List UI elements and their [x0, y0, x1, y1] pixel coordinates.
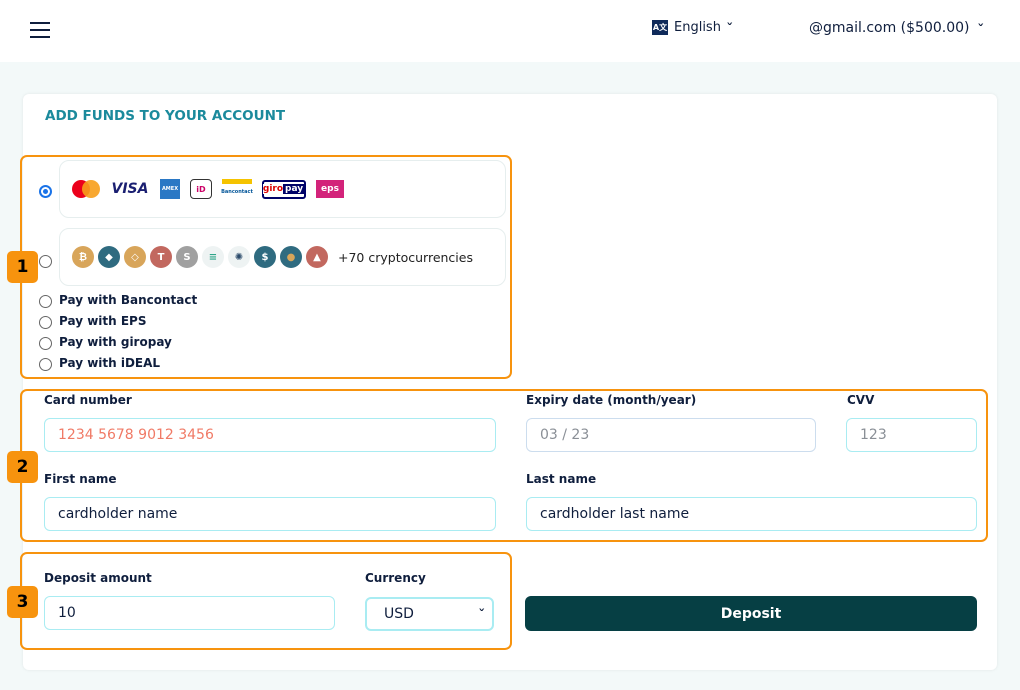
radio-card[interactable]	[39, 185, 52, 198]
deposit-button[interactable]: Deposit	[525, 596, 977, 631]
deposit-amount-label: Deposit amount	[44, 571, 152, 585]
option-ideal-label[interactable]: Pay with iDEAL	[59, 356, 160, 370]
language-label: English	[674, 20, 721, 35]
last-name-input[interactable]: cardholder last name	[526, 497, 977, 531]
option-eps-label[interactable]: Pay with EPS	[59, 314, 147, 328]
eps-icon: eps	[316, 180, 344, 198]
synthetix-icon: S	[176, 246, 198, 268]
bnb-icon: ◇	[124, 246, 146, 268]
hamburger-menu-icon[interactable]	[30, 22, 50, 38]
radio-giropay[interactable]	[39, 337, 52, 350]
radio-ideal[interactable]	[39, 358, 52, 371]
last-name-label: Last name	[526, 472, 597, 486]
expiry-label: Expiry date (month/year)	[526, 393, 697, 407]
ethereum-icon: ◆	[98, 246, 120, 268]
ideal-icon: iD	[190, 179, 212, 199]
bitcoin-icon: ₿	[72, 246, 94, 268]
option-bancontact-label[interactable]: Pay with Bancontact	[59, 293, 197, 307]
cardano-icon: ✺	[228, 246, 250, 268]
giropay-icon: giro pay	[262, 179, 306, 199]
radio-crypto[interactable]	[39, 255, 52, 268]
first-name-label: First name	[44, 472, 117, 486]
card-option[interactable]: VISA AMEX iD Bancontact giro pay eps	[59, 160, 506, 218]
crypto-more-label: +70 cryptocurrencies	[338, 249, 473, 265]
card-number-input[interactable]: 1234 5678 9012 3456	[44, 418, 496, 452]
cvv-input[interactable]: 123	[846, 418, 977, 452]
step-badge-3: 3	[7, 586, 38, 618]
expiry-input[interactable]: 03 / 23	[526, 418, 816, 452]
step-badge-2: 2	[7, 451, 38, 483]
cvv-label: CVV	[847, 393, 875, 407]
visa-icon: VISA	[111, 181, 149, 197]
card-number-label: Card number	[44, 393, 132, 407]
currency-select[interactable]: USD ˅	[365, 597, 494, 631]
mastercard-icon	[72, 180, 100, 198]
chevron-down-icon: ˅	[725, 21, 734, 34]
usdc-icon: $	[254, 246, 276, 268]
crypto-option[interactable]: ₿ ◆ ◇ T S ≡ ✺ $ ● ▲ +70 cryptocurrencies	[59, 228, 506, 286]
first-name-input[interactable]: cardholder name	[44, 497, 496, 531]
bancontact-icon: Bancontact	[221, 179, 253, 199]
radio-eps[interactable]	[39, 316, 52, 329]
step-badge-1: 1	[7, 251, 38, 283]
option-giropay-label[interactable]: Pay with giropay	[59, 335, 172, 349]
page-title: ADD FUNDS TO YOUR ACCOUNT	[45, 108, 286, 124]
top-bar: A文 English ˅ @gmail.com ($500.00) ˅	[0, 0, 1020, 62]
currency-label: Currency	[365, 571, 426, 585]
currency-value: USD	[384, 606, 414, 622]
chevron-down-icon: ˅	[477, 607, 486, 620]
tether-icon: T	[150, 246, 172, 268]
solana-icon: ≡	[202, 246, 224, 268]
avalanche-icon: ▲	[306, 246, 328, 268]
deposit-amount-input[interactable]: 10	[44, 596, 335, 630]
terra-icon: ●	[280, 246, 302, 268]
radio-bancontact[interactable]	[39, 295, 52, 308]
language-selector[interactable]: A文 English ˅	[652, 20, 734, 35]
account-menu[interactable]: @gmail.com ($500.00) ˅	[809, 20, 985, 36]
translate-icon: A文	[652, 20, 668, 35]
amex-icon: AMEX	[160, 179, 180, 199]
chevron-down-icon: ˅	[976, 21, 985, 35]
account-label: @gmail.com ($500.00)	[809, 20, 970, 36]
